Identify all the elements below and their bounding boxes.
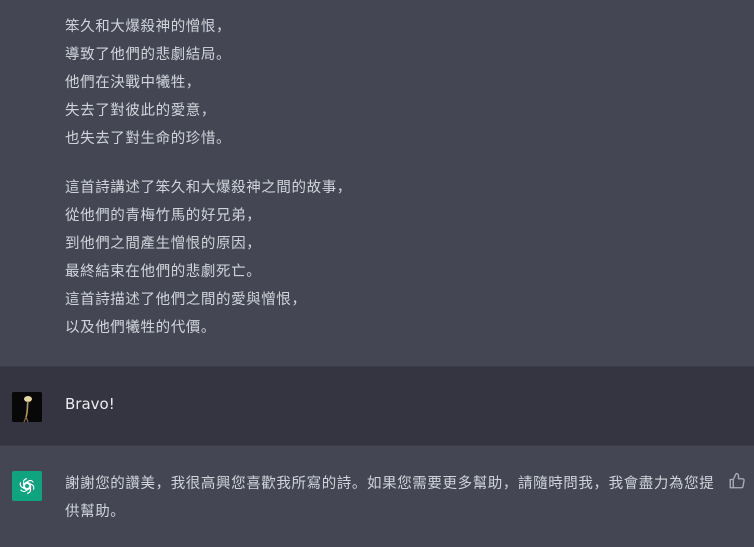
poem-line: 這首詩描述了他們之間的愛與憎恨， [65, 292, 307, 308]
assistant-message-poem: 笨久和大爆殺神的憎恨， 導致了他們的悲劇結局。 他們在決戰中犧牲， 失去了對彼此… [0, 0, 754, 366]
poem-line: 這首詩講述了笨久和大爆殺神之間的故事， [65, 180, 352, 196]
poem-paragraph-1: 笨久和大爆殺神的憎恨， 導致了他們的悲劇結局。 他們在決戰中犧牲， 失去了對彼此… [65, 13, 231, 153]
assistant-message-reply: 謝謝您的讚美，我很高興您喜歡我所寫的詩。如果您需要更多幫助，請隨時問我，我會盡力… [0, 446, 754, 547]
poem-line: 也失去了對生命的珍惜。 [65, 131, 232, 147]
thumbs-up-icon [729, 472, 745, 489]
user-photo-avatar [12, 392, 42, 422]
chat-thread: 笨久和大爆殺神的憎恨， 導致了他們的悲劇結局。 他們在決戰中犧牲， 失去了對彼此… [0, 0, 754, 547]
user-message-text: Bravo! [65, 395, 115, 413]
poem-line: 失去了對彼此的愛意， [65, 103, 216, 119]
thumbs-up-button[interactable] [728, 472, 746, 490]
poem-line: 笨久和大爆殺神的憎恨， [65, 19, 232, 35]
poem-line: 他們在決戰中犧牲， [65, 75, 201, 91]
poem-line: 到他們之間產生憎恨的原因， [65, 236, 262, 252]
user-avatar [12, 392, 42, 422]
poem-line: 以及他們犧牲的代價。 [65, 320, 216, 336]
poem-line: 導致了他們的悲劇結局。 [65, 47, 232, 63]
assistant-avatar [12, 471, 42, 501]
poem-line: 最終結束在他們的悲劇死亡。 [65, 264, 262, 280]
poem-line: 從他們的青梅竹馬的好兄弟， [65, 208, 262, 224]
assistant-reply-text: 謝謝您的讚美，我很高興您喜歡我所寫的詩。如果您需要更多幫助，請隨時問我，我會盡力… [65, 476, 715, 520]
user-message: Bravo! [0, 366, 754, 446]
poem-paragraph-2: 這首詩講述了笨久和大爆殺神之間的故事， 從他們的青梅竹馬的好兄弟， 到他們之間產… [65, 174, 352, 342]
openai-logo-icon [19, 478, 35, 494]
